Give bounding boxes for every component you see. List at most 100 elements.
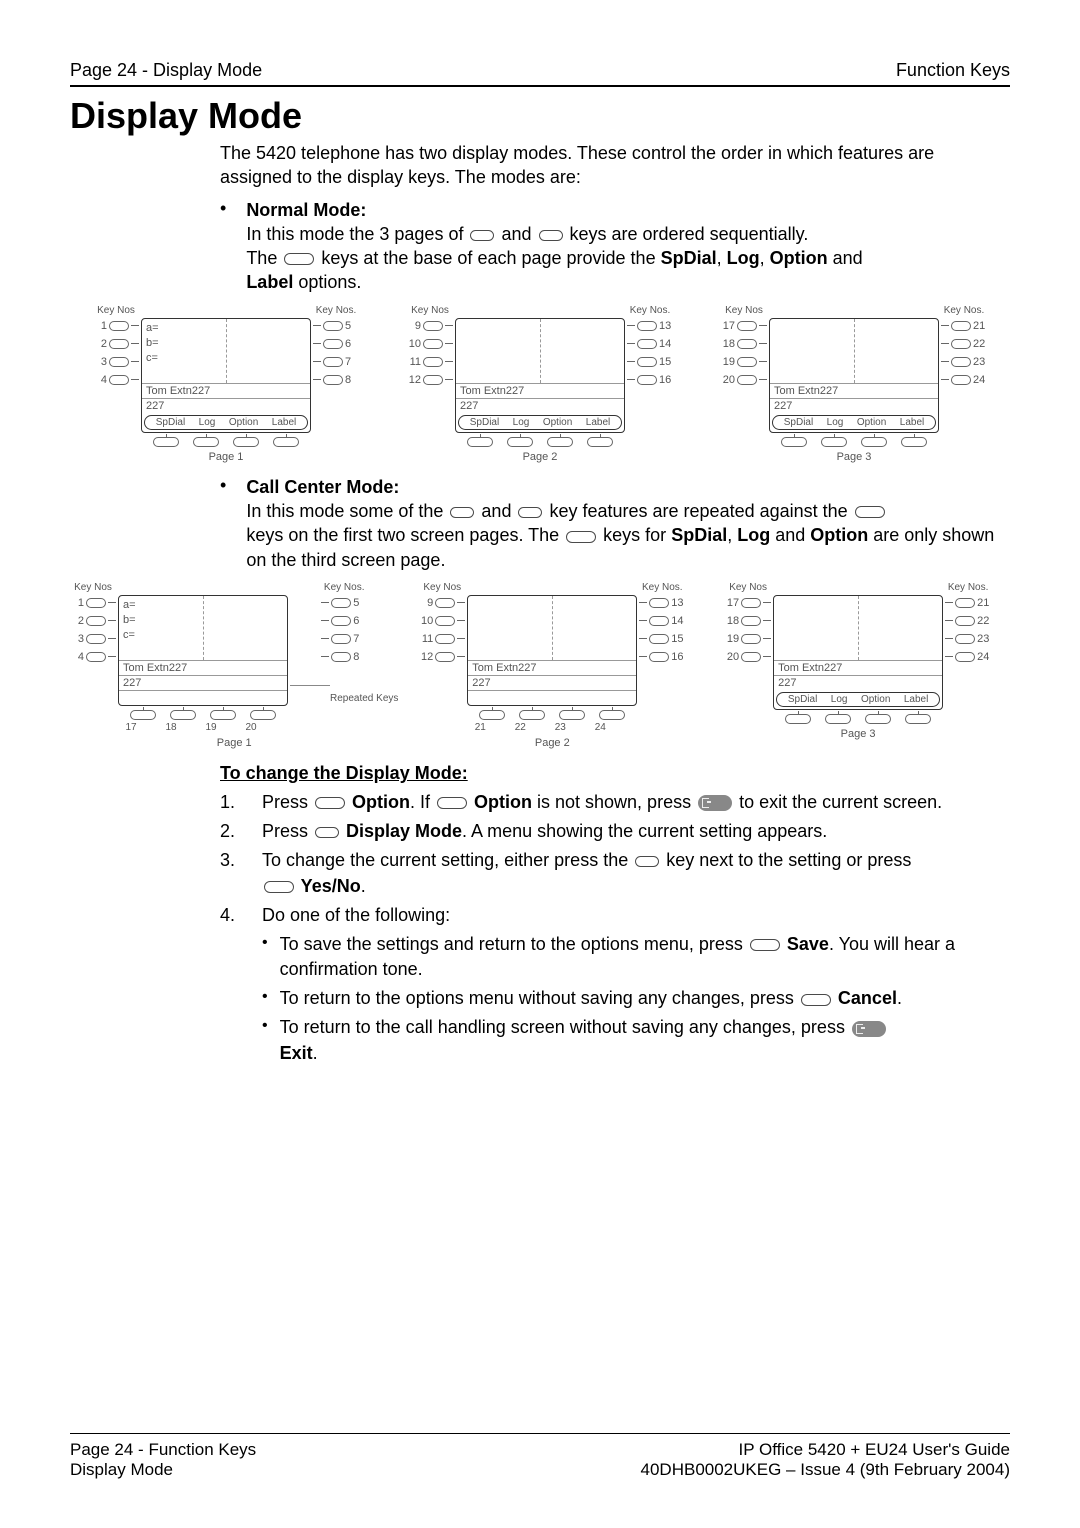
bullet-icon: • (262, 986, 268, 1011)
oval-key-icon (539, 230, 563, 241)
bullet-icon: • (262, 1015, 268, 1065)
softkey-icon (519, 710, 545, 720)
key-icon (423, 357, 443, 367)
cc-l2a: keys on the first two screen pages. The (246, 525, 564, 545)
key-icon (109, 357, 129, 367)
cc-l1c: key features are repeated against the (544, 501, 852, 521)
page-header: Page 24 - Display Mode Function Keys (70, 60, 1010, 87)
key-icon (86, 616, 106, 626)
softkey-icon (507, 437, 533, 447)
key-icon (649, 634, 669, 644)
normal-l2e: Log (727, 248, 760, 268)
key-icon (86, 634, 106, 644)
softkey-icon (273, 437, 299, 447)
key-icon (435, 634, 455, 644)
phone-screen: a= b= c= Tom Extn227 227 SpDial (141, 318, 311, 433)
cc-l1b: and (476, 501, 516, 521)
step-number: 1. (220, 790, 244, 815)
key-icon (435, 598, 455, 608)
softkey-icon (785, 714, 811, 724)
oval-key-icon (284, 253, 314, 265)
oval-key-icon (855, 506, 885, 518)
steps-list: 1. Press Option. If Option is not shown,… (220, 790, 1010, 1066)
bullet-icon: • (262, 932, 268, 982)
softkey-icon (250, 710, 276, 720)
key-icon (737, 339, 757, 349)
cc-l2e: Log (737, 525, 770, 545)
oval-key-icon (315, 797, 345, 809)
callcenter-mode-block: • Call Center Mode: In this mode some of… (220, 475, 1010, 572)
key-icon (737, 357, 757, 367)
exit-key-icon (698, 795, 732, 811)
key-icon (649, 616, 669, 626)
oval-key-icon (470, 230, 494, 241)
normal-mode-block: • Normal Mode: In this mode the 3 pages … (220, 198, 1010, 295)
key-icon (955, 616, 975, 626)
key-icon (741, 634, 761, 644)
key-icon (951, 321, 971, 331)
softkey-icon (781, 437, 807, 447)
softkey-icon (153, 437, 179, 447)
softkey-icon (865, 714, 891, 724)
softkey-icon (821, 437, 847, 447)
key-icon (951, 339, 971, 349)
cc-l2f: and (770, 525, 810, 545)
softkey-icon (861, 437, 887, 447)
exit-key-icon (852, 1021, 886, 1037)
key-icon (737, 375, 757, 385)
softkey-icon (901, 437, 927, 447)
key-icon (955, 652, 975, 662)
softkey-icon (587, 437, 613, 447)
normal-diagram: Key Nos 1 2 3 4 a= (70, 305, 1010, 463)
step-number: 3. (220, 848, 244, 898)
oval-key-icon (566, 531, 596, 543)
footer-left-2: Display Mode (70, 1460, 256, 1480)
normal-l2i: Label (246, 272, 293, 292)
key-icon (435, 616, 455, 626)
normal-l2b: keys at the base of each page provide th… (316, 248, 660, 268)
oval-key-icon (635, 856, 659, 867)
page-title: Display Mode (70, 95, 1010, 137)
key-icon (423, 375, 443, 385)
key-icon (109, 339, 129, 349)
key-icon (109, 321, 129, 331)
phone-screen: a= b= c= Tom Extn227 227 (118, 595, 288, 706)
softkey-icon (479, 710, 505, 720)
key-icon (955, 634, 975, 644)
normal-l2h: and (828, 248, 863, 268)
key-icon (435, 652, 455, 662)
phone-screen: Tom Extn227 227 (467, 595, 637, 706)
phone-screen: Tom Extn227 227 SpDial Log Option Label (455, 318, 625, 433)
cc-l2c: SpDial (671, 525, 727, 545)
change-title: To change the Display Mode: (220, 763, 1010, 784)
header-right: Function Keys (896, 60, 1010, 81)
phone-screen: Tom Extn227 227 SpDial Log Option Label (773, 595, 943, 710)
softkey-icon (233, 437, 259, 447)
normal-l2f: , (760, 248, 770, 268)
normal-l2d: , (717, 248, 727, 268)
key-icon (331, 616, 351, 626)
key-icon (951, 375, 971, 385)
cc-l2d: , (727, 525, 737, 545)
key-icon (109, 375, 129, 385)
key-icon (331, 634, 351, 644)
normal-l1b: and (496, 224, 536, 244)
key-icon (423, 339, 443, 349)
oval-key-icon (264, 881, 294, 893)
oval-key-icon (437, 797, 467, 809)
softkey-icon (547, 437, 573, 447)
key-icon (741, 598, 761, 608)
key-icon (323, 339, 343, 349)
key-icon (649, 598, 669, 608)
softkey-icon (193, 437, 219, 447)
page: Page 24 - Display Mode Function Keys Dis… (0, 0, 1080, 1120)
footer-right-1: IP Office 5420 + EU24 User's Guide (641, 1440, 1010, 1460)
normal-l2g: Option (770, 248, 828, 268)
key-icon (637, 339, 657, 349)
key-icon (423, 321, 443, 331)
oval-key-icon (315, 827, 339, 838)
key-icon (331, 652, 351, 662)
footer-right-2: 40DHB0002UKEG – Issue 4 (9th February 20… (641, 1460, 1010, 1480)
oval-key-icon (450, 507, 474, 518)
footer-left-1: Page 24 - Function Keys (70, 1440, 256, 1460)
